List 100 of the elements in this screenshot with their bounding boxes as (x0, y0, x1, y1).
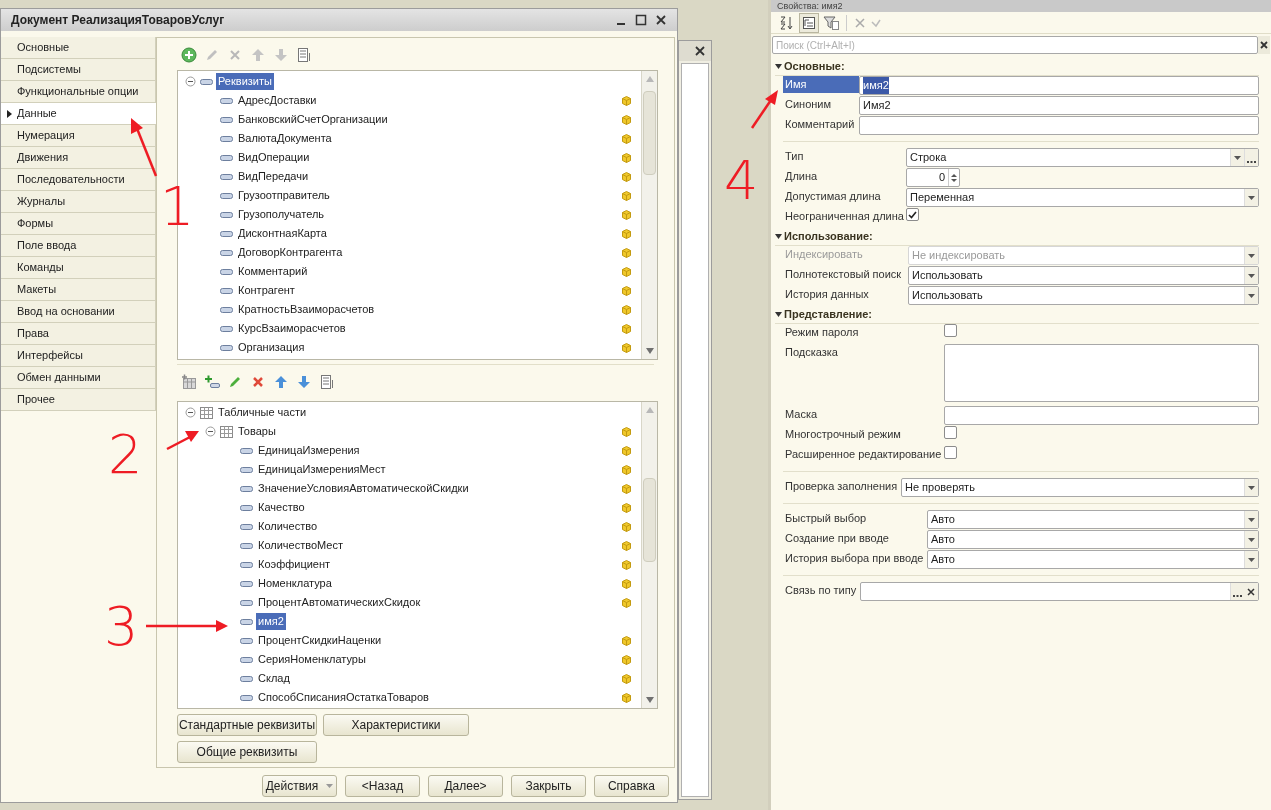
tree-item[interactable]: ВидОперации (236, 149, 312, 166)
nav-item[interactable]: Основные (1, 37, 156, 59)
dropdown-field[interactable]: Авто (927, 550, 1259, 569)
tree-item[interactable]: Грузоотправитель (236, 187, 332, 204)
type-field[interactable]: Строка (906, 148, 1259, 167)
checkbox[interactable] (906, 208, 919, 221)
dropdown-button[interactable] (1244, 511, 1258, 528)
footer-button[interactable]: <Назад (345, 775, 420, 797)
filter-icon[interactable] (823, 14, 839, 31)
number-field[interactable]: 0 (906, 168, 960, 187)
dropdown-field[interactable]: Авто (927, 510, 1259, 529)
clear-icon[interactable] (1247, 587, 1255, 596)
menu-button[interactable]: Действия (262, 775, 337, 797)
tree-item[interactable]: Грузополучатель (236, 206, 327, 223)
dropdown-button[interactable] (1244, 287, 1258, 304)
tree-item[interactable]: Номенклатура (256, 575, 334, 592)
search-field[interactable]: Поиск (Ctrl+Alt+I) (772, 36, 1258, 54)
dropdown-button[interactable] (1244, 267, 1258, 284)
tree-item[interactable]: ПроцентАвтоматическихСкидок (256, 594, 423, 611)
scroll-down-icon[interactable] (645, 697, 654, 703)
nav-item[interactable]: Макеты (1, 279, 156, 301)
collapse-icon[interactable] (775, 64, 782, 69)
tree-item[interactable]: Качество (256, 499, 307, 516)
clear-icon[interactable] (1260, 41, 1268, 49)
tree-item[interactable]: Контрагент (236, 282, 297, 299)
scroll-down-icon[interactable] (645, 348, 654, 354)
scrollbar[interactable] (641, 402, 657, 708)
nav-item[interactable]: Права (1, 323, 156, 345)
dropdown-button[interactable] (1244, 551, 1258, 568)
dropdown-field[interactable]: Переменная (906, 188, 1259, 207)
maximize-icon[interactable] (635, 14, 647, 26)
tree-item[interactable]: Склад (256, 670, 292, 687)
dropdown-field[interactable]: Авто (927, 530, 1259, 549)
close-icon[interactable] (655, 14, 667, 26)
text-field[interactable]: имя2 (859, 76, 1259, 95)
tree-item[interactable]: ЕдиницаИзмерения (256, 442, 362, 459)
type-link-field[interactable] (860, 582, 1259, 601)
collapse-icon[interactable] (775, 312, 782, 317)
tree-item[interactable]: Табличные части (216, 404, 309, 421)
sort-alphabet-icon[interactable] (779, 14, 795, 31)
nav-item[interactable]: Последовательности (1, 169, 156, 191)
text-field[interactable] (944, 406, 1259, 425)
tree-item[interactable]: имя2 (256, 613, 286, 630)
sort-list-icon[interactable] (296, 47, 312, 63)
tree-item[interactable]: КурсВзаиморасчетов (236, 320, 348, 337)
tree-item[interactable]: КоличествоМест (256, 537, 345, 554)
tree-item[interactable]: ВалютаДокумента (236, 130, 334, 147)
nav-item[interactable]: Прочее (1, 389, 156, 411)
tree-item[interactable]: ВидПередачи (236, 168, 311, 185)
checkbox[interactable] (944, 446, 957, 459)
move-down-icon[interactable] (296, 374, 312, 390)
tree-item[interactable]: ЗначениеУсловияАвтоматическойСкидки (256, 480, 471, 497)
checkbox[interactable] (944, 426, 957, 439)
tree-item[interactable]: БанковскийСчетОрганизации (236, 111, 390, 128)
nav-item[interactable]: Команды (1, 257, 156, 279)
collapse-icon[interactable] (184, 76, 196, 87)
tree-item[interactable]: Коэффициент (256, 556, 333, 573)
footer-button[interactable]: Справка (594, 775, 669, 797)
scrollbar-thumb[interactable] (643, 91, 656, 175)
dropdown-field[interactable]: Не проверять (901, 478, 1259, 497)
add-table-icon[interactable] (181, 374, 197, 390)
spin-down-icon[interactable] (951, 178, 957, 182)
collapse-icon[interactable] (184, 407, 196, 418)
tree-item[interactable]: Организация (236, 339, 307, 356)
tree-item[interactable]: ДисконтнаяКарта (236, 225, 329, 242)
edit-icon[interactable] (227, 374, 243, 390)
text-field[interactable]: Имя2 (859, 96, 1259, 115)
add-attribute-icon[interactable] (204, 374, 220, 390)
nav-item[interactable]: Подсистемы (1, 59, 156, 81)
nav-item[interactable]: Обмен данными (1, 367, 156, 389)
tree-item[interactable]: СпособСписанияОстаткаТоваров (256, 689, 431, 706)
close-icon[interactable] (695, 46, 705, 56)
section-header[interactable]: Использование: (784, 228, 873, 245)
tree-view-button[interactable] (799, 12, 819, 33)
footer-button[interactable]: Далее> (428, 775, 503, 797)
sort-list-icon[interactable] (319, 374, 335, 390)
collapse-icon[interactable] (775, 234, 782, 239)
scrollbar-thumb[interactable] (643, 478, 656, 562)
tree-item[interactable]: Количество (256, 518, 320, 535)
nav-item[interactable]: Функциональные опции (1, 81, 156, 103)
dropdown-field[interactable]: Использовать (908, 266, 1259, 285)
nav-item[interactable]: Журналы (1, 191, 156, 213)
tree-item[interactable]: Товары (236, 423, 278, 440)
memo-field[interactable] (944, 344, 1259, 402)
text-field[interactable] (859, 116, 1259, 135)
add-icon[interactable] (181, 47, 197, 63)
move-up-icon[interactable] (273, 374, 289, 390)
collapse-icon[interactable] (204, 426, 216, 437)
checkbox[interactable] (944, 324, 957, 337)
dropdown-button[interactable] (1244, 479, 1258, 496)
dropdown-button[interactable] (1244, 189, 1258, 206)
scrollbar[interactable] (641, 71, 657, 359)
nav-item[interactable]: Движения (1, 147, 156, 169)
tree-item[interactable]: ЕдиницаИзмеренияМест (256, 461, 388, 478)
nav-item[interactable]: Поле ввода (1, 235, 156, 257)
nav-item[interactable]: Данные (1, 103, 156, 125)
nav-item[interactable]: Ввод на основании (1, 301, 156, 323)
tree-item[interactable]: Комментарий (236, 263, 310, 280)
panel-button[interactable]: Общие реквизиты (177, 741, 317, 763)
panel-button[interactable]: Стандартные реквизиты (177, 714, 317, 736)
